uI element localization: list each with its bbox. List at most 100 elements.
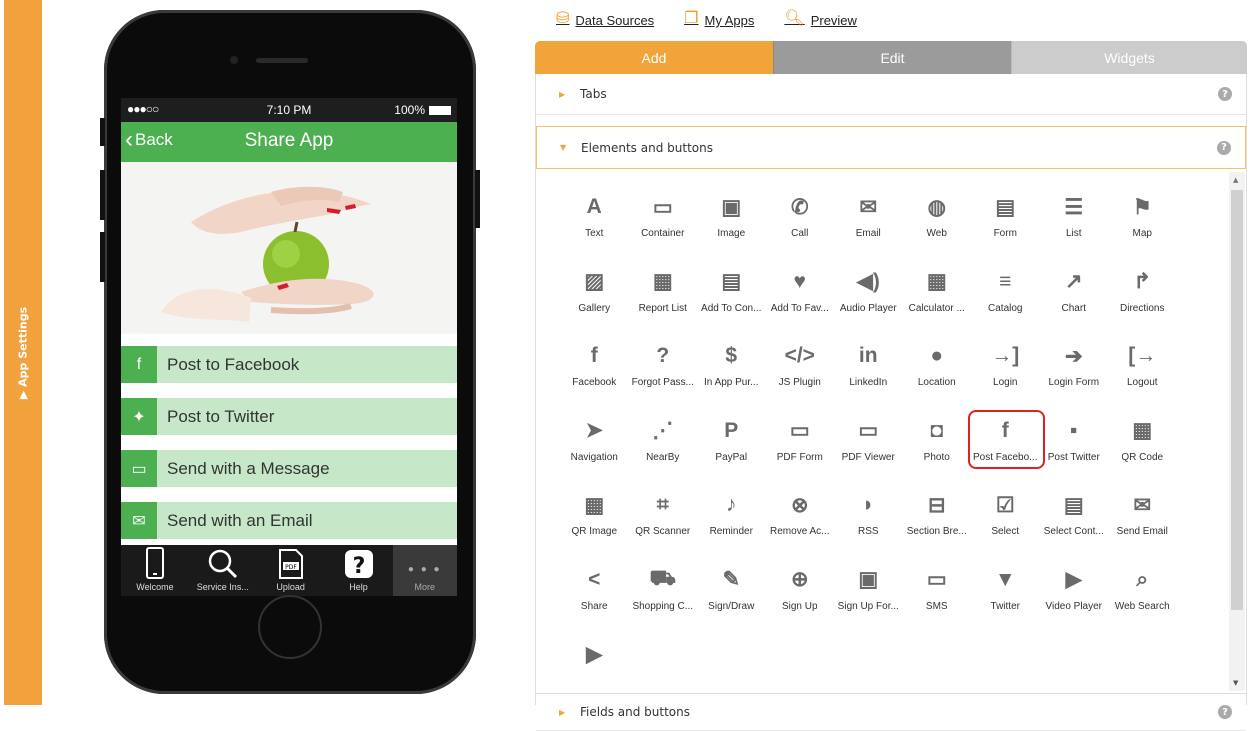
element-twitter[interactable]: ▼ Twitter xyxy=(971,563,1040,638)
preview-link[interactable]: 🔍︎ Preview xyxy=(784,8,857,28)
element-calculator[interactable]: ▦ Calculator ... xyxy=(903,265,972,340)
element-nearby[interactable]: ⋰ NearBy xyxy=(629,414,698,489)
element-qr-image[interactable]: ▦ QR Image xyxy=(560,488,629,563)
element-form[interactable]: ▤ Form xyxy=(971,190,1040,265)
battery-indicator: 100% xyxy=(394,103,451,117)
share-facebook-row[interactable]: f Post to Facebook xyxy=(121,346,457,383)
element-post-facebo[interactable]: f Post Facebo... xyxy=(968,409,1045,489)
tab-edit[interactable]: Edit xyxy=(773,41,1011,74)
help-icon[interactable]: ? xyxy=(1217,140,1231,155)
share-message-row[interactable]: ▭ Send with a Message xyxy=(121,450,457,487)
tab-widgets[interactable]: Widgets xyxy=(1011,41,1247,74)
send-email-icon: ✉ xyxy=(1133,493,1152,517)
element-forgot-pass[interactable]: ? Forgot Pass... xyxy=(629,339,698,414)
scroll-down-icon[interactable]: ▼ xyxy=(1233,679,1238,687)
caret-right-icon: ▶ xyxy=(559,707,566,717)
element-navigation[interactable]: ➤ Navigation xyxy=(560,414,629,489)
section-tabs[interactable]: ▶ Tabs ? xyxy=(536,74,1246,115)
back-button[interactable]: ‹ Back xyxy=(125,128,173,152)
scroll-up-icon[interactable]: ▲ xyxy=(1233,176,1238,184)
element-video-player[interactable]: ▶ Video Player xyxy=(1040,563,1109,638)
element-js-plugin[interactable]: </> JS Plugin xyxy=(766,339,835,414)
elements-grid-viewport: A Text ▭ Container ▣ Image ✆ Call ✉ Email ◍ Web ▤ For… xyxy=(536,172,1226,691)
section-fields[interactable]: ▶ Fields and buttons ? xyxy=(536,693,1246,731)
element-container[interactable]: ▭ Container xyxy=(629,190,698,265)
element-map[interactable]: ⚑ Map xyxy=(1108,190,1177,265)
scroll-thumb[interactable] xyxy=(1231,190,1243,610)
elements-grid: A Text ▭ Container ▣ Image ✆ Call ✉ Email ◍ Web ▤ For… xyxy=(560,190,1177,691)
element-select[interactable]: ☑ Select xyxy=(971,488,1040,563)
element-logout[interactable]: [→ Logout xyxy=(1108,339,1177,414)
element-sign-up[interactable]: ⊕ Sign Up xyxy=(766,563,835,638)
element-add-to-fav[interactable]: ♥ Add To Fav... xyxy=(766,265,835,340)
element-chart[interactable]: ↗ Chart xyxy=(1040,265,1109,340)
element-shopping-c[interactable]: ⛟ Shopping C... xyxy=(629,563,698,638)
help-icon[interactable]: ? xyxy=(1218,87,1232,101)
element-label: LinkedIn xyxy=(849,377,888,388)
tab-upload[interactable]: PDF Upload xyxy=(257,545,325,596)
element-qr-code[interactable]: ▦ QR Code xyxy=(1108,414,1177,489)
tab-help[interactable]: ? Help xyxy=(325,545,393,596)
data-sources-link[interactable]: ⛁ Data Sources xyxy=(556,8,654,28)
map-icon: ⚑ xyxy=(1132,195,1152,219)
element-web-search[interactable]: ⌕ Web Search xyxy=(1108,563,1177,638)
element-rss[interactable]: ◗ RSS xyxy=(834,488,903,563)
my-apps-link[interactable]: ❐ My Apps xyxy=(684,8,754,28)
audio-player-icon: ◀) xyxy=(856,270,880,293)
element-sign-draw[interactable]: ✎ Sign/Draw xyxy=(697,563,766,638)
element-email[interactable]: ✉ Email xyxy=(834,190,903,265)
element-share[interactable]: < Share xyxy=(560,563,629,638)
share-email-row[interactable]: ✉ Send with an Email xyxy=(121,502,457,539)
rss-icon: ◗ xyxy=(861,493,875,516)
tab-service-ins[interactable]: Service Ins... xyxy=(189,545,257,596)
element-linkedin[interactable]: in LinkedIn xyxy=(834,339,903,414)
share-twitter-row[interactable]: ✦ Post to Twitter xyxy=(121,398,457,435)
element-photo[interactable]: ◘ Photo xyxy=(903,414,972,489)
element-pdf-form[interactable]: ▭ PDF Form xyxy=(766,414,835,489)
app-settings-sidebar[interactable]: ▶ App Settings xyxy=(4,0,42,705)
directions-icon: ↱ xyxy=(1133,270,1152,293)
element-sign-up-for[interactable]: ▣ Sign Up For... xyxy=(834,563,903,638)
element-gallery[interactable]: ▨ Gallery xyxy=(560,265,629,340)
highlight-box xyxy=(968,409,1045,469)
element-text[interactable]: A Text xyxy=(560,190,629,265)
element-report-list[interactable]: ▦ Report List xyxy=(629,265,698,340)
element-sms[interactable]: ▭ SMS xyxy=(903,563,972,638)
element-image[interactable]: ▣ Image xyxy=(697,190,766,265)
element-paypal[interactable]: P PayPal xyxy=(697,414,766,489)
element-audio-player[interactable]: ◀) Audio Player xyxy=(834,265,903,340)
element-add-to-con[interactable]: ▤ Add To Con... xyxy=(697,265,766,340)
element-label: Add To Fav... xyxy=(770,302,829,314)
elements-scrollbar[interactable]: ▲ ▼ xyxy=(1229,172,1245,691)
element-section-bre[interactable]: ⊟ Section Bre... xyxy=(903,488,972,563)
tab-more[interactable]: ● ● ● More xyxy=(392,545,457,596)
tab-welcome[interactable]: Welcome xyxy=(121,545,189,596)
element-list[interactable]: ☰ List xyxy=(1040,190,1109,265)
element-call[interactable]: ✆ Call xyxy=(766,190,835,265)
section-elements[interactable]: ▼ Elements and buttons ? xyxy=(536,126,1246,169)
share-list: f Post to Facebook ✦ Post to Twitter ▭ S… xyxy=(121,346,457,539)
element-web[interactable]: ◍ Web xyxy=(903,190,972,265)
element-pdf-viewer[interactable]: ▭ PDF Viewer xyxy=(834,414,903,489)
element-facebook[interactable]: f Facebook xyxy=(560,339,629,414)
element-remove-ac[interactable]: ⊗ Remove Ac... xyxy=(766,488,835,563)
list-icon: ☰ xyxy=(1064,195,1084,219)
element-in-app-pur[interactable]: $ In App Pur... xyxy=(697,339,766,414)
element-reminder[interactable]: ♪ Reminder xyxy=(697,488,766,563)
element-catalog[interactable]: ≡ Catalog xyxy=(971,265,1040,340)
tab-add[interactable]: Add xyxy=(535,41,773,74)
element-login-form[interactable]: ➔ Login Form xyxy=(1040,339,1109,414)
element-qr-scanner[interactable]: ⌗ QR Scanner xyxy=(629,488,698,563)
section-fields-label: Fields and buttons xyxy=(580,705,690,719)
element-login[interactable]: →] Login xyxy=(971,339,1040,414)
copy-icon: ❐ xyxy=(684,10,699,27)
element-element[interactable]: ▶ xyxy=(560,637,629,691)
element-location[interactable]: ● Location xyxy=(903,339,972,414)
element-send-email[interactable]: ✉ Send Email xyxy=(1108,488,1177,563)
element-select-cont[interactable]: ▤ Select Cont... xyxy=(1040,488,1109,563)
element-post-twitter[interactable]: ▪ Post Twitter xyxy=(1040,414,1109,489)
element-directions[interactable]: ↱ Directions xyxy=(1108,265,1177,340)
help-icon[interactable]: ? xyxy=(1218,705,1232,719)
app-settings-label[interactable]: ▶ App Settings xyxy=(17,306,30,398)
section-elements-label: Elements and buttons xyxy=(581,140,713,155)
